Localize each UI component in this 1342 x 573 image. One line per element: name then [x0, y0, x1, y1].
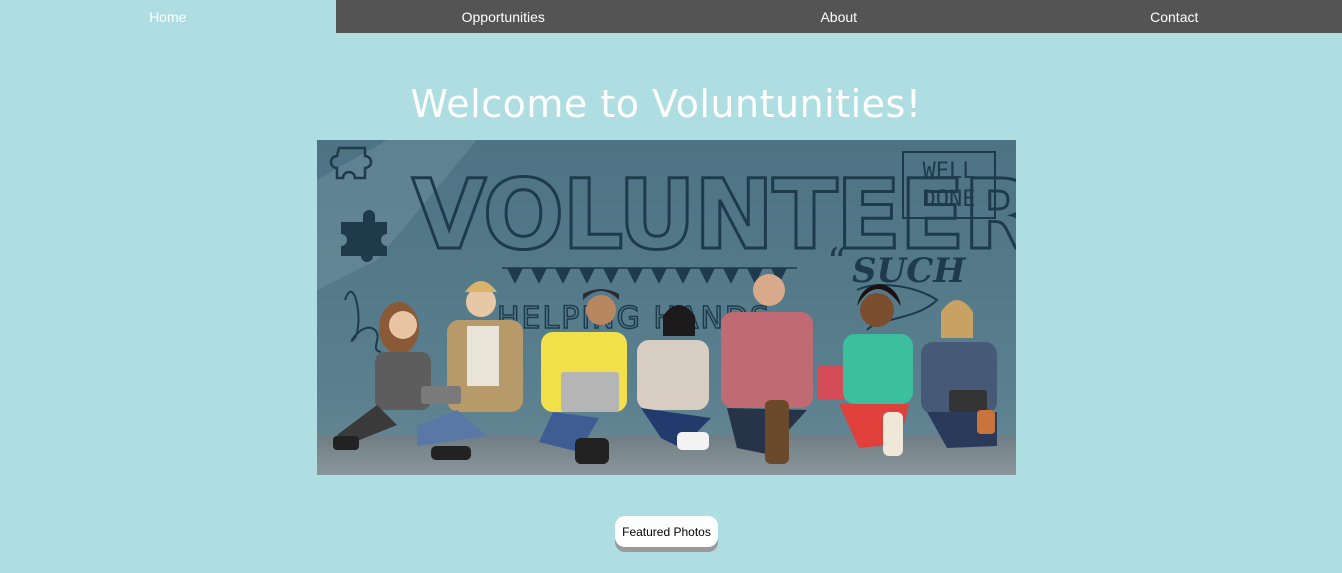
volunteer-photo-illustration: VOLUNTEER WELL DONE “ SUCH HELPING HANDS: [317, 140, 1016, 475]
hero-image: VOLUNTEER WELL DONE “ SUCH HELPING HANDS: [317, 140, 1016, 475]
nav-item-about[interactable]: About: [671, 0, 1007, 33]
nav-item-home[interactable]: Home: [0, 0, 336, 33]
top-nav: Home Opportunities About Contact: [0, 0, 1342, 33]
svg-text:“: “: [827, 240, 846, 284]
svg-text:DONE: DONE: [923, 187, 976, 212]
page-title: Welcome to Voluntunities!: [410, 82, 922, 126]
nav-item-contact[interactable]: Contact: [1006, 0, 1342, 33]
featured-photos-button[interactable]: Featured Photos: [615, 516, 718, 547]
svg-text:WELL: WELL: [923, 159, 976, 184]
nav-item-opportunities[interactable]: Opportunities: [335, 0, 671, 33]
svg-text:SUCH: SUCH: [852, 251, 967, 291]
